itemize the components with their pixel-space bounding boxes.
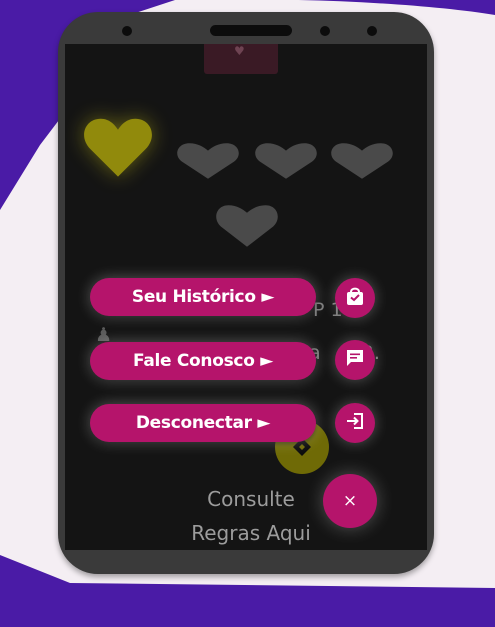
sensor-dot <box>320 26 330 36</box>
rules-link-line1[interactable]: Consulte <box>171 487 331 511</box>
speaker-grille <box>210 25 292 36</box>
menu-item-logout[interactable]: Desconectar ► <box>90 404 316 442</box>
heart-icon <box>216 204 278 248</box>
shopping-bag-icon <box>345 285 365 311</box>
phone-frame: ♥ P 1 a el 2. ♟ Seu Histórico ► Fale C <box>58 12 434 574</box>
heart-icon <box>83 116 153 178</box>
app-screen: ♥ P 1 a el 2. ♟ Seu Histórico ► Fale C <box>65 44 427 550</box>
contact-button[interactable] <box>335 340 375 380</box>
heart-icon <box>255 142 317 180</box>
chat-message-icon <box>344 347 366 373</box>
menu-item-contact[interactable]: Fale Conosco ► <box>90 342 316 380</box>
close-menu-button[interactable]: × <box>323 474 377 528</box>
close-icon: × <box>342 491 358 511</box>
history-button[interactable] <box>335 278 375 318</box>
logout-button[interactable] <box>335 403 375 443</box>
heart-icon <box>177 142 239 180</box>
heart-icon <box>331 142 393 180</box>
rules-link-line2[interactable]: Regras Aqui <box>171 521 331 545</box>
logout-icon <box>344 410 366 436</box>
menu-item-history[interactable]: Seu Histórico ► <box>90 278 316 316</box>
sensor-dot <box>367 26 377 36</box>
phone-top-bar <box>58 12 434 44</box>
camera-dot <box>122 26 132 36</box>
heart-icon: ♥ <box>234 44 245 58</box>
gift-box-image: ♥ <box>204 44 278 74</box>
